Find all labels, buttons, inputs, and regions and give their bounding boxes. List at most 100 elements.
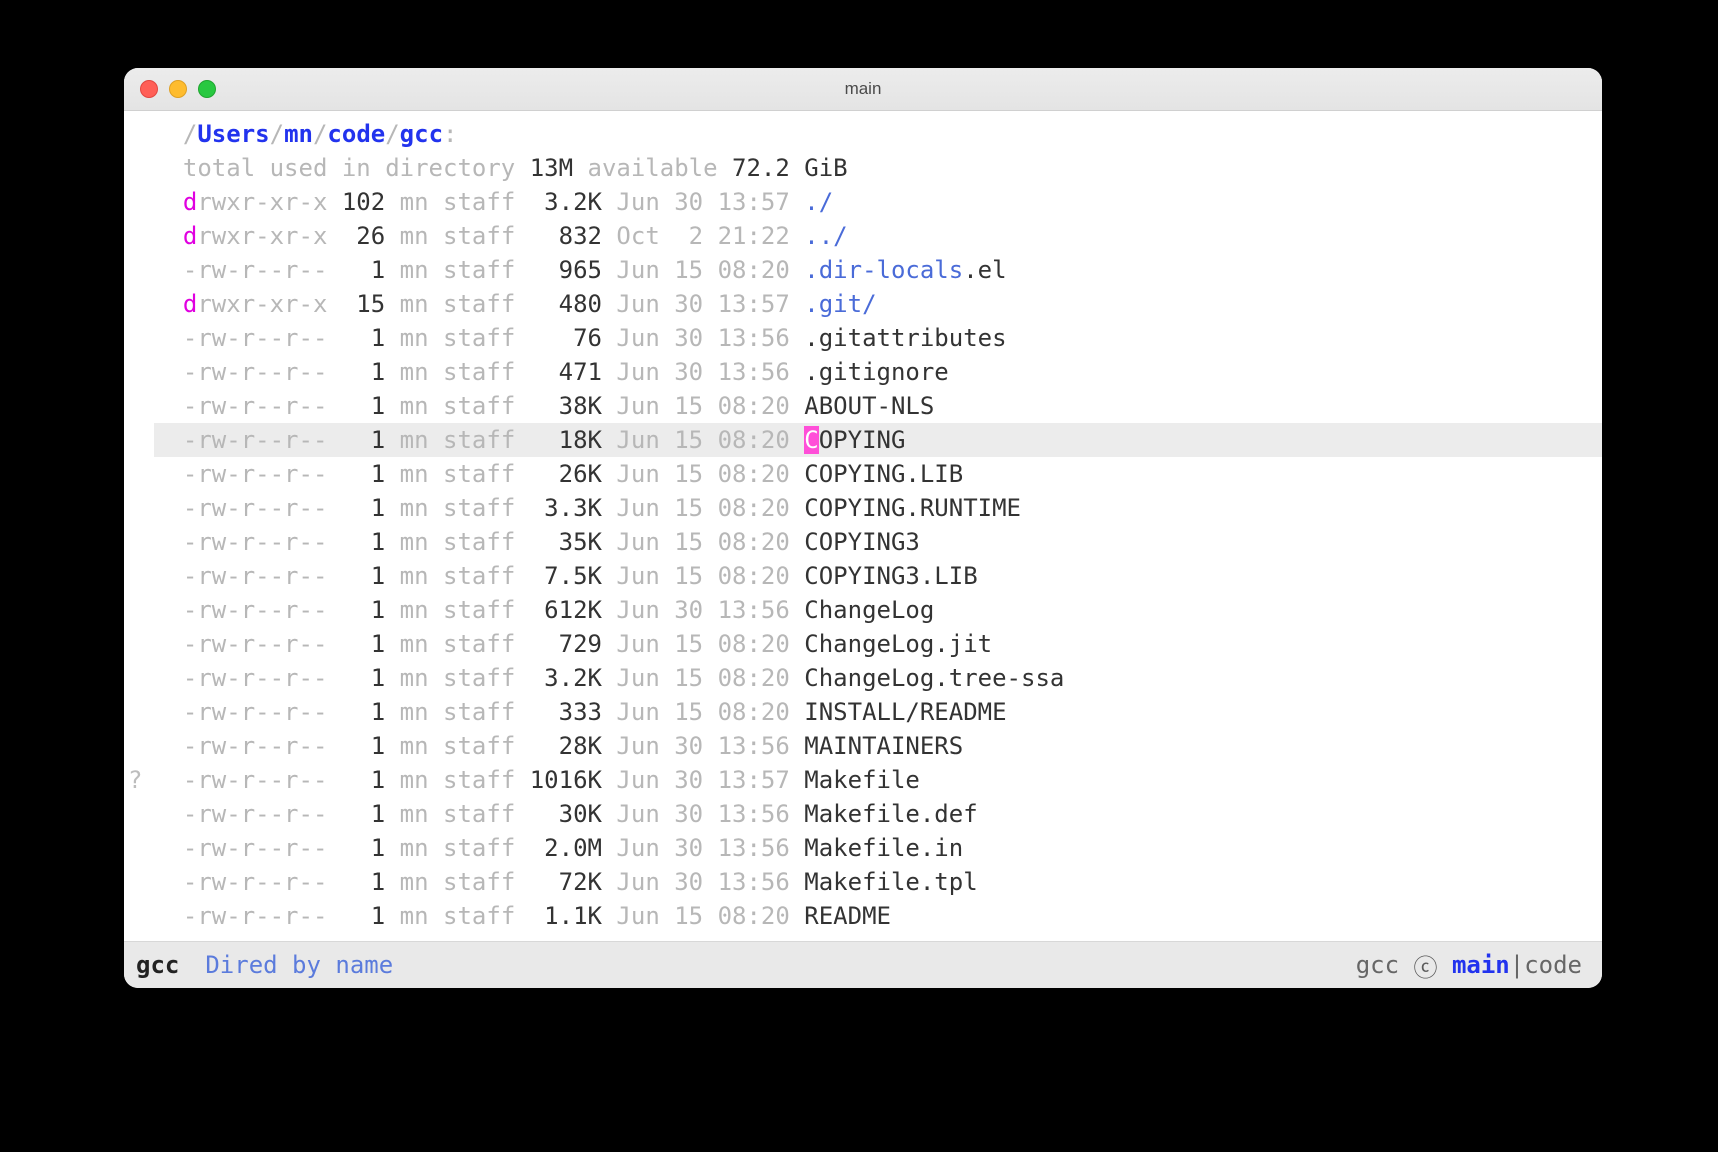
owner: mn bbox=[400, 766, 429, 794]
dired-entry[interactable]: -rw-r--r-- 1 mn staff 3.3K Jun 15 08:20 … bbox=[154, 491, 1602, 525]
perms: rw-r--r-- bbox=[197, 426, 327, 454]
dired-listing[interactable]: /Users/mn/code/gcc: total used in direct… bbox=[124, 111, 1602, 933]
file-name[interactable]: MAINTAINERS bbox=[804, 732, 963, 760]
file-name[interactable]: ../ bbox=[804, 222, 847, 250]
dired-entry[interactable]: -rw-r--r-- 1 mn staff 7.5K Jun 15 08:20 … bbox=[154, 559, 1602, 593]
links: 1 bbox=[327, 596, 399, 624]
date: Jun 15 08:20 bbox=[616, 664, 789, 692]
file-name[interactable]: .dir-locals bbox=[804, 256, 963, 284]
size: 832 bbox=[515, 222, 616, 250]
dired-entry[interactable]: -rw-r--r-- 1 mn staff 965 Jun 15 08:20 .… bbox=[154, 253, 1602, 287]
dired-entry[interactable]: -rw-r--r-- 1 mn staff 35K Jun 15 08:20 C… bbox=[154, 525, 1602, 559]
file-name[interactable]: ChangeLog bbox=[804, 596, 934, 624]
file-name[interactable]: ABOUT-NLS bbox=[804, 392, 934, 420]
file-name[interactable]: OPYING bbox=[819, 426, 906, 454]
file-name[interactable]: Makefile.tpl bbox=[804, 868, 977, 896]
file-name[interactable]: INSTALL/README bbox=[804, 698, 1006, 726]
size: 7.5K bbox=[515, 562, 616, 590]
links: 1 bbox=[327, 528, 399, 556]
owner: mn bbox=[400, 732, 429, 760]
perms: rw-r--r-- bbox=[197, 596, 327, 624]
perms: rwxr-xr-x bbox=[197, 188, 327, 216]
date: Jun 30 13:57 bbox=[616, 766, 789, 794]
vc-dir: gcc bbox=[1356, 951, 1399, 979]
file-name[interactable]: COPYING3.LIB bbox=[804, 562, 977, 590]
dired-entry[interactable]: -rw-r--r-- 1 mn staff 1016K Jun 30 13:57… bbox=[154, 763, 1602, 797]
perms: rw-r--r-- bbox=[197, 834, 327, 862]
size: 76 bbox=[515, 324, 616, 352]
date: Jun 15 08:20 bbox=[616, 426, 789, 454]
file-name[interactable]: .gitattributes bbox=[804, 324, 1006, 352]
file-name[interactable]: COPYING.RUNTIME bbox=[804, 494, 1021, 522]
dired-path[interactable]: /Users/mn/code/gcc: bbox=[154, 117, 1602, 151]
perms: rw-r--r-- bbox=[197, 460, 327, 488]
group: staff bbox=[443, 868, 515, 896]
size: 965 bbox=[515, 256, 616, 284]
minimize-icon[interactable] bbox=[169, 80, 187, 98]
owner: mn bbox=[400, 596, 429, 624]
path-segment[interactable]: Users bbox=[197, 120, 269, 148]
dir-flag-icon: d bbox=[183, 290, 197, 318]
file-name[interactable]: ChangeLog.jit bbox=[804, 630, 992, 658]
file-name[interactable]: .gitignore bbox=[804, 358, 949, 386]
dired-entry[interactable]: -rw-r--r-- 1 mn staff 30K Jun 30 13:56 M… bbox=[154, 797, 1602, 831]
perms: rwxr-xr-x bbox=[197, 222, 327, 250]
file-name[interactable]: Makefile bbox=[804, 766, 920, 794]
dired-entry[interactable]: -rw-r--r-- 1 mn staff 612K Jun 30 13:56 … bbox=[154, 593, 1602, 627]
size: 30K bbox=[515, 800, 616, 828]
vc-project: code bbox=[1524, 951, 1582, 979]
file-name[interactable]: Makefile.in bbox=[804, 834, 963, 862]
path-segment[interactable]: gcc bbox=[400, 120, 443, 148]
buffer-content[interactable]: /Users/mn/code/gcc: total used in direct… bbox=[124, 111, 1602, 941]
dired-entry[interactable]: -rw-r--r-- 1 mn staff 729 Jun 15 08:20 C… bbox=[154, 627, 1602, 661]
perms: rw-r--r-- bbox=[197, 698, 327, 726]
dired-entry[interactable]: drwxr-xr-x 15 mn staff 480 Jun 30 13:57 … bbox=[154, 287, 1602, 321]
group: staff bbox=[443, 664, 515, 692]
links: 1 bbox=[327, 630, 399, 658]
perms: rw-r--r-- bbox=[197, 562, 327, 590]
dired-entry[interactable]: -rw-r--r-- 1 mn staff 76 Jun 30 13:56 .g… bbox=[154, 321, 1602, 355]
group: staff bbox=[443, 392, 515, 420]
buffer-name[interactable]: gcc bbox=[136, 951, 179, 979]
dired-entry[interactable]: -rw-r--r-- 1 mn staff 26K Jun 15 08:20 C… bbox=[154, 457, 1602, 491]
dired-entry[interactable]: -rw-r--r-- 1 mn staff 333 Jun 15 08:20 I… bbox=[154, 695, 1602, 729]
dired-entry[interactable]: -rw-r--r-- 1 mn staff 471 Jun 30 13:56 .… bbox=[154, 355, 1602, 389]
owner: mn bbox=[400, 800, 429, 828]
file-name[interactable]: README bbox=[804, 902, 891, 930]
vc-branch[interactable]: main bbox=[1452, 951, 1510, 979]
file-name[interactable]: .git bbox=[804, 290, 862, 318]
dired-entry[interactable]: -rw-r--r-- 1 mn staff 18K Jun 15 08:20 C… bbox=[154, 423, 1602, 457]
dired-entry[interactable]: -rw-r--r-- 1 mn staff 28K Jun 30 13:56 M… bbox=[154, 729, 1602, 763]
dired-entry[interactable]: drwxr-xr-x 102 mn staff 3.2K Jun 30 13:5… bbox=[154, 185, 1602, 219]
zoom-icon[interactable] bbox=[198, 80, 216, 98]
group: staff bbox=[443, 732, 515, 760]
dired-entry[interactable]: -rw-r--r-- 1 mn staff 38K Jun 15 08:20 A… bbox=[154, 389, 1602, 423]
file-name[interactable]: ChangeLog.tree-ssa bbox=[804, 664, 1064, 692]
dired-entry[interactable]: -rw-r--r-- 1 mn staff 2.0M Jun 30 13:56 … bbox=[154, 831, 1602, 865]
owner: mn bbox=[400, 528, 429, 556]
perms: rw-r--r-- bbox=[197, 494, 327, 522]
links: 1 bbox=[327, 324, 399, 352]
dired-summary: total used in directory 13M available 72… bbox=[154, 151, 1602, 185]
owner: mn bbox=[400, 256, 429, 284]
close-icon[interactable] bbox=[140, 80, 158, 98]
size: 471 bbox=[515, 358, 616, 386]
owner: mn bbox=[400, 562, 429, 590]
path-segment[interactable]: mn bbox=[284, 120, 313, 148]
dired-entry[interactable]: -rw-r--r-- 1 mn staff 1.1K Jun 15 08:20 … bbox=[154, 899, 1602, 933]
path-segment[interactable]: code bbox=[327, 120, 385, 148]
file-name[interactable]: COPYING3 bbox=[804, 528, 920, 556]
file-ext: .el bbox=[963, 256, 1006, 284]
major-mode[interactable]: Dired by name bbox=[205, 951, 393, 979]
size: 72K bbox=[515, 868, 616, 896]
file-name[interactable]: Makefile.def bbox=[804, 800, 977, 828]
dired-entry[interactable]: drwxr-xr-x 26 mn staff 832 Oct 2 21:22 .… bbox=[154, 219, 1602, 253]
group: staff bbox=[443, 528, 515, 556]
file-name[interactable]: COPYING.LIB bbox=[804, 460, 963, 488]
file-name[interactable]: ./ bbox=[804, 188, 833, 216]
date: Jun 30 13:56 bbox=[616, 834, 789, 862]
dired-entry[interactable]: -rw-r--r-- 1 mn staff 3.2K Jun 15 08:20 … bbox=[154, 661, 1602, 695]
emacs-window: main /Users/mn/code/gcc: total used in d… bbox=[124, 68, 1602, 988]
dired-entry[interactable]: -rw-r--r-- 1 mn staff 72K Jun 30 13:56 M… bbox=[154, 865, 1602, 899]
date: Jun 15 08:20 bbox=[616, 562, 789, 590]
